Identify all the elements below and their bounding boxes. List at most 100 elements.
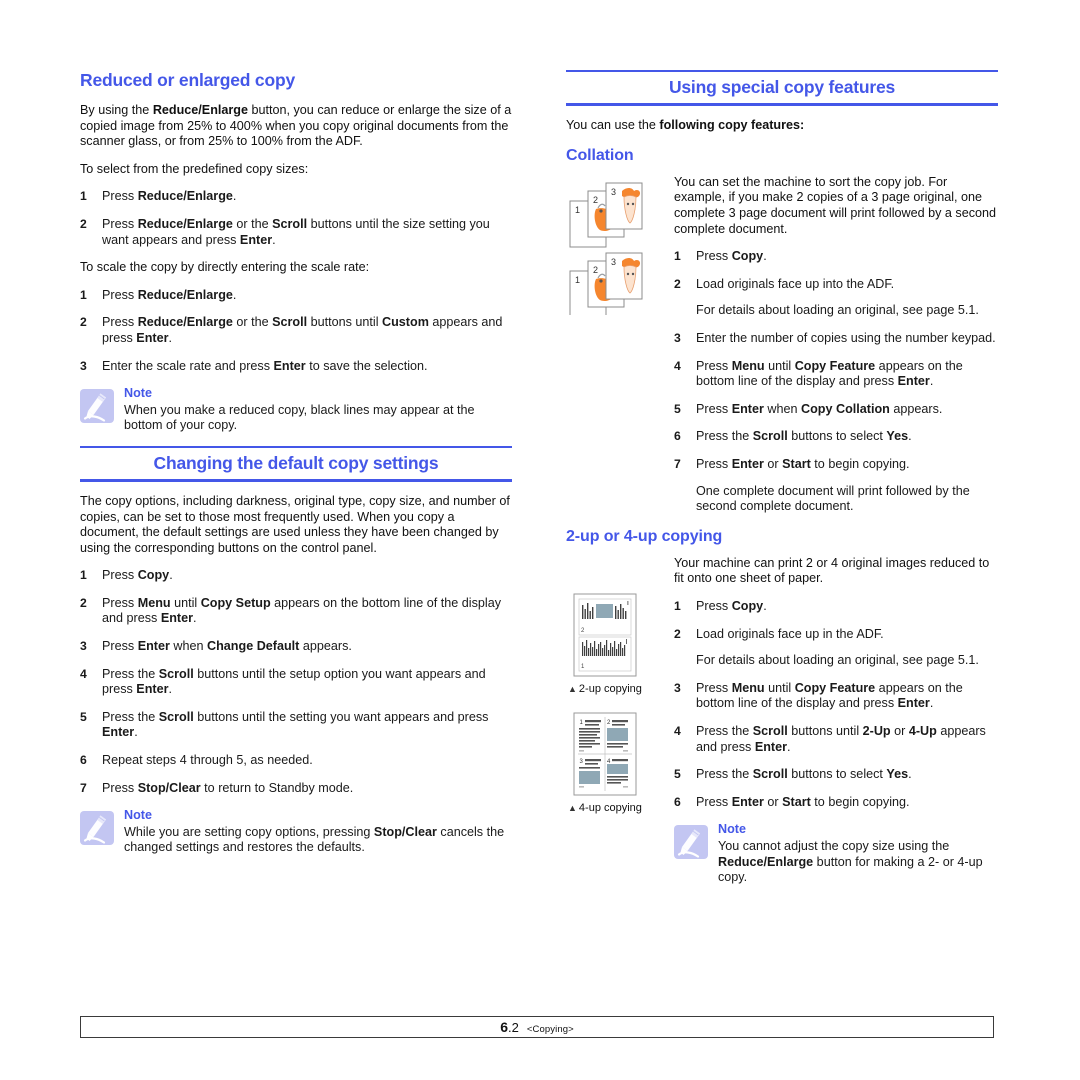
step-number: 3 [674, 330, 681, 345]
step-item: 2 Press Menu until Copy Setup appears on … [80, 596, 512, 627]
emphasised-term: Enter [160, 611, 194, 626]
emphasised-term: Copy [731, 599, 764, 614]
paragraph-default-settings-intro: The copy options, including darkness, or… [80, 493, 510, 555]
emphasised-term: Menu [137, 595, 171, 610]
nup-figures: 2 1 ▲ 2-up copying 1 2 3 4 ▲ 4-up copyin… [566, 556, 670, 814]
paragraph-collation-intro: You can set the machine to sort the copy… [674, 174, 997, 236]
emphasised-term: Enter [136, 330, 169, 345]
emphasised-term: Yes [886, 429, 909, 444]
step-text: Repeat steps 4 through 5, as needed. [102, 753, 313, 768]
paragraph-predefined-sizes-lead: To select from the predefined copy sizes… [80, 161, 309, 176]
step-item: 2 Press Reduce/Enlarge or the Scroll butt… [80, 217, 512, 248]
note-reduced-copy-black-lines: Note When you make a reduced copy, black… [80, 386, 512, 434]
footer-chapter: <Copying> [526, 1024, 574, 1035]
heading-text: Using special copy features [668, 77, 896, 97]
emphasised-term: Custom [382, 315, 429, 330]
heading-band-using-special-copy-features: Using special copy features [566, 70, 998, 106]
step-number: 5 [674, 767, 681, 782]
step-item: 1 Press Copy. [674, 249, 998, 265]
step-item: 7 Press Enter or Start to begin copying. O… [674, 457, 998, 515]
step-item: 4 Press the Scroll buttons until the setu… [80, 667, 512, 698]
emphasised-term: Change Default [207, 639, 300, 654]
step-text: Press the Scroll buttons until the setti… [102, 709, 489, 740]
figure-2up-caption-text: 2-up copying [578, 682, 642, 695]
figure-2up: 2 1 ▲ 2-up copying [566, 592, 670, 695]
note-pen-icon [674, 825, 708, 860]
step-text: Press Enter or Start to begin copying. On… [696, 457, 998, 515]
left-column: Reduced or enlarged copy By using the Re… [80, 70, 512, 868]
step-text: Press Copy. [696, 599, 767, 614]
collation-pane: 1 2 3 1 2 3 You can set the machine to s… [566, 175, 998, 527]
note-text: While you are setting copy options, pres… [124, 824, 505, 855]
svg-text:3: 3 [611, 187, 616, 197]
step-item: 5 Press the Scroll buttons until the sett… [80, 710, 512, 741]
step-item: 4 Press Menu until Copy Feature appears o… [674, 359, 998, 390]
emphasised-term: Enter [897, 696, 930, 711]
note-pen-icon [80, 811, 114, 846]
svg-text:3: 3 [611, 257, 616, 267]
step-number: 6 [674, 429, 681, 444]
note-body: Note You cannot adjust the copy size usi… [718, 822, 998, 885]
step-number: 4 [80, 666, 87, 681]
step-text: Press Enter when Copy Collation appears. [696, 401, 943, 416]
step-text: Press the Scroll buttons until 2-Up or 4… [696, 724, 986, 754]
footer-inner: 6.2 <Copying> [81, 1019, 993, 1035]
step-item: 5 Press the Scroll buttons to select Yes. [674, 767, 998, 783]
emphasised-term: Start [782, 456, 811, 471]
emphasised-term: Enter [102, 725, 135, 740]
figure-4up-caption-text: 4-up copying [578, 801, 642, 814]
step-text: Press Copy. [696, 249, 767, 264]
heading-rule-bottom [80, 478, 512, 482]
emphasised-term: Enter [239, 232, 273, 247]
step-text: Press Reduce/Enlarge or the Scroll butto… [102, 216, 490, 247]
step-item: 1 Press Copy. [674, 599, 998, 615]
step-item: 3 Enter the scale rate and press Enter to… [80, 359, 512, 375]
emphasised-term: Copy Setup [200, 595, 271, 610]
step-text: Press Reduce/Enlarge. [102, 189, 237, 204]
svg-text:2: 2 [593, 265, 598, 275]
note-body: Note When you make a reduced copy, black… [124, 386, 512, 434]
footer-page-major: 6 [500, 1019, 509, 1035]
step-text: Enter the scale rate and press Enter to … [102, 358, 428, 373]
step-text: Press Menu until Copy Feature appears on… [696, 358, 963, 389]
heading-collation: Collation [566, 146, 634, 164]
steps-predefined-sizes: 1 Press Reduce/Enlarge. 2 Press Reduce/Enla… [80, 189, 512, 248]
step-text: Load originals face up in the ADF. For de… [696, 627, 998, 669]
emphasised-term: Enter [897, 374, 930, 389]
svg-text:1: 1 [575, 205, 580, 215]
svg-text:2: 2 [593, 195, 598, 205]
step-number: 1 [674, 599, 681, 614]
step-item: 1 Press Copy. [80, 568, 512, 584]
step-item: 6 Press Enter or Start to begin copying. [674, 795, 998, 811]
step-number: 1 [80, 287, 87, 302]
emphasised-term: 2-Up [862, 724, 891, 739]
emphasised-term: Scroll [752, 767, 788, 782]
heading-text: Changing the default copy settings [153, 452, 439, 473]
step-text: Press the Scroll buttons until the setup… [102, 666, 486, 697]
step-text: Press the Scroll buttons to select Yes. [696, 767, 912, 782]
step-number: 1 [674, 249, 681, 264]
note-text: When you make a reduced copy, black line… [124, 402, 475, 433]
emphasised-term: Reduce/Enlarge [137, 189, 233, 204]
steps-collation: 1 Press Copy. 2 Load originals face up into… [674, 249, 998, 515]
step-text: Press the Scroll buttons to select Yes. [696, 429, 912, 444]
note-title: Note [124, 808, 152, 823]
emphasised-term: Copy [731, 249, 764, 264]
step-item: 5 Press Enter when Copy Collation appears… [674, 402, 998, 418]
step-number: 5 [674, 401, 681, 416]
step-item: 1 Press Reduce/Enlarge. [80, 189, 512, 205]
step-number: 4 [674, 358, 681, 373]
emphasised-term: Scroll [272, 216, 308, 231]
step-number: 6 [80, 753, 87, 768]
steps-nup: 1 Press Copy. 2 Load originals face up in t… [674, 599, 998, 810]
triangle-marker-icon: ▲ [568, 683, 577, 694]
step-number: 1 [80, 189, 87, 204]
step-number: 7 [80, 780, 87, 795]
note-body: Note While you are setting copy options,… [124, 808, 512, 856]
note-text: You cannot adjust the copy size using th… [718, 839, 983, 885]
emphasised-term: Reduce/Enlarge [137, 216, 233, 231]
step-text: Press Menu until Copy Setup appears on t… [102, 595, 502, 626]
emphasised-term: Scroll [752, 429, 788, 444]
step-item: 7 Press Stop/Clear to return to Standby m… [80, 781, 512, 797]
collation-figure: 1 2 3 1 2 3 [566, 175, 670, 315]
